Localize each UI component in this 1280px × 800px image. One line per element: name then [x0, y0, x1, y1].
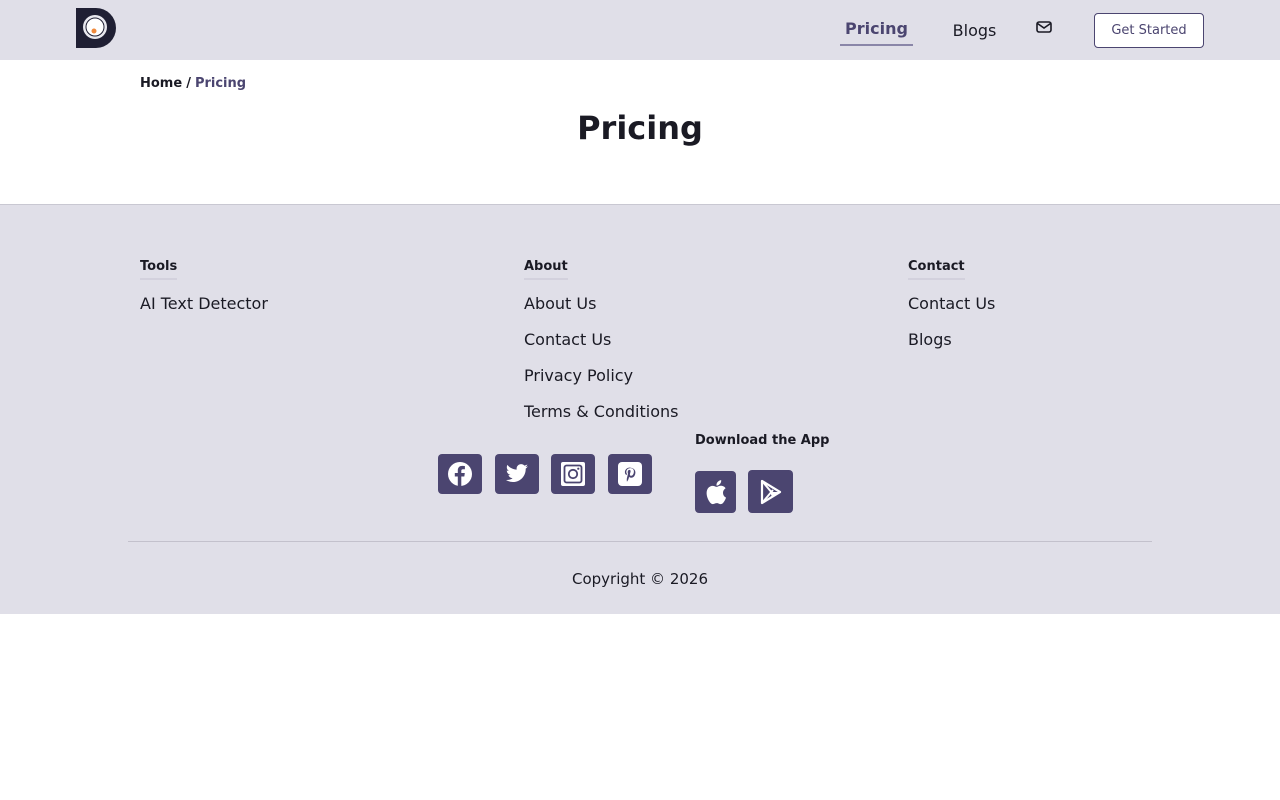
twitter-icon[interactable]: [495, 454, 539, 494]
instagram-icon[interactable]: [551, 454, 595, 494]
footer-contact-title: Contact: [908, 258, 965, 280]
footer-link-about-us[interactable]: About Us: [524, 294, 596, 313]
footer: Tools AI Text Detector About About Us Co…: [0, 204, 1280, 614]
page-title: Pricing: [577, 109, 703, 147]
footer-link-terms-conditions[interactable]: Terms & Conditions: [524, 402, 678, 421]
breadcrumb: Home / Pricing: [140, 75, 246, 93]
footer-link-contact-us[interactable]: Contact Us: [524, 330, 611, 349]
pinterest-icon[interactable]: [608, 454, 652, 494]
get-started-button[interactable]: Get Started: [1094, 13, 1204, 48]
nav-pricing-link[interactable]: Pricing: [840, 18, 913, 46]
copyright-text: Copyright © 2026: [571, 570, 708, 588]
breadcrumb-separator: /: [186, 76, 191, 91]
google-play-icon[interactable]: [748, 470, 793, 513]
footer-tools-title: Tools: [140, 258, 178, 280]
footer-link-ai-text-detector[interactable]: AI Text Detector: [140, 294, 268, 313]
apple-icon[interactable]: [695, 471, 736, 513]
logo-icon[interactable]: [76, 8, 116, 48]
facebook-icon[interactable]: [438, 454, 482, 494]
footer-contact-column: Contact Contact Us Blogs: [908, 255, 995, 366]
footer-divider: [128, 541, 1152, 542]
breadcrumb-home-link[interactable]: Home: [140, 76, 182, 91]
breadcrumb-current: Pricing: [194, 76, 247, 91]
footer-link-privacy-policy[interactable]: Privacy Policy: [524, 366, 633, 385]
download-app-title: Download the App: [695, 433, 830, 448]
nav-blogs-link[interactable]: Blogs: [948, 20, 1001, 44]
top-navbar: Pricing Blogs Get Started: [0, 0, 1280, 60]
footer-tools-column: Tools AI Text Detector: [140, 255, 268, 330]
envelope-icon[interactable]: [1034, 19, 1054, 37]
footer-link-contact-us-2[interactable]: Contact Us: [908, 294, 995, 313]
footer-about-column: About About Us Contact Us Privacy Policy…: [524, 255, 678, 438]
footer-link-blogs[interactable]: Blogs: [908, 330, 952, 349]
footer-about-title: About: [524, 258, 568, 280]
